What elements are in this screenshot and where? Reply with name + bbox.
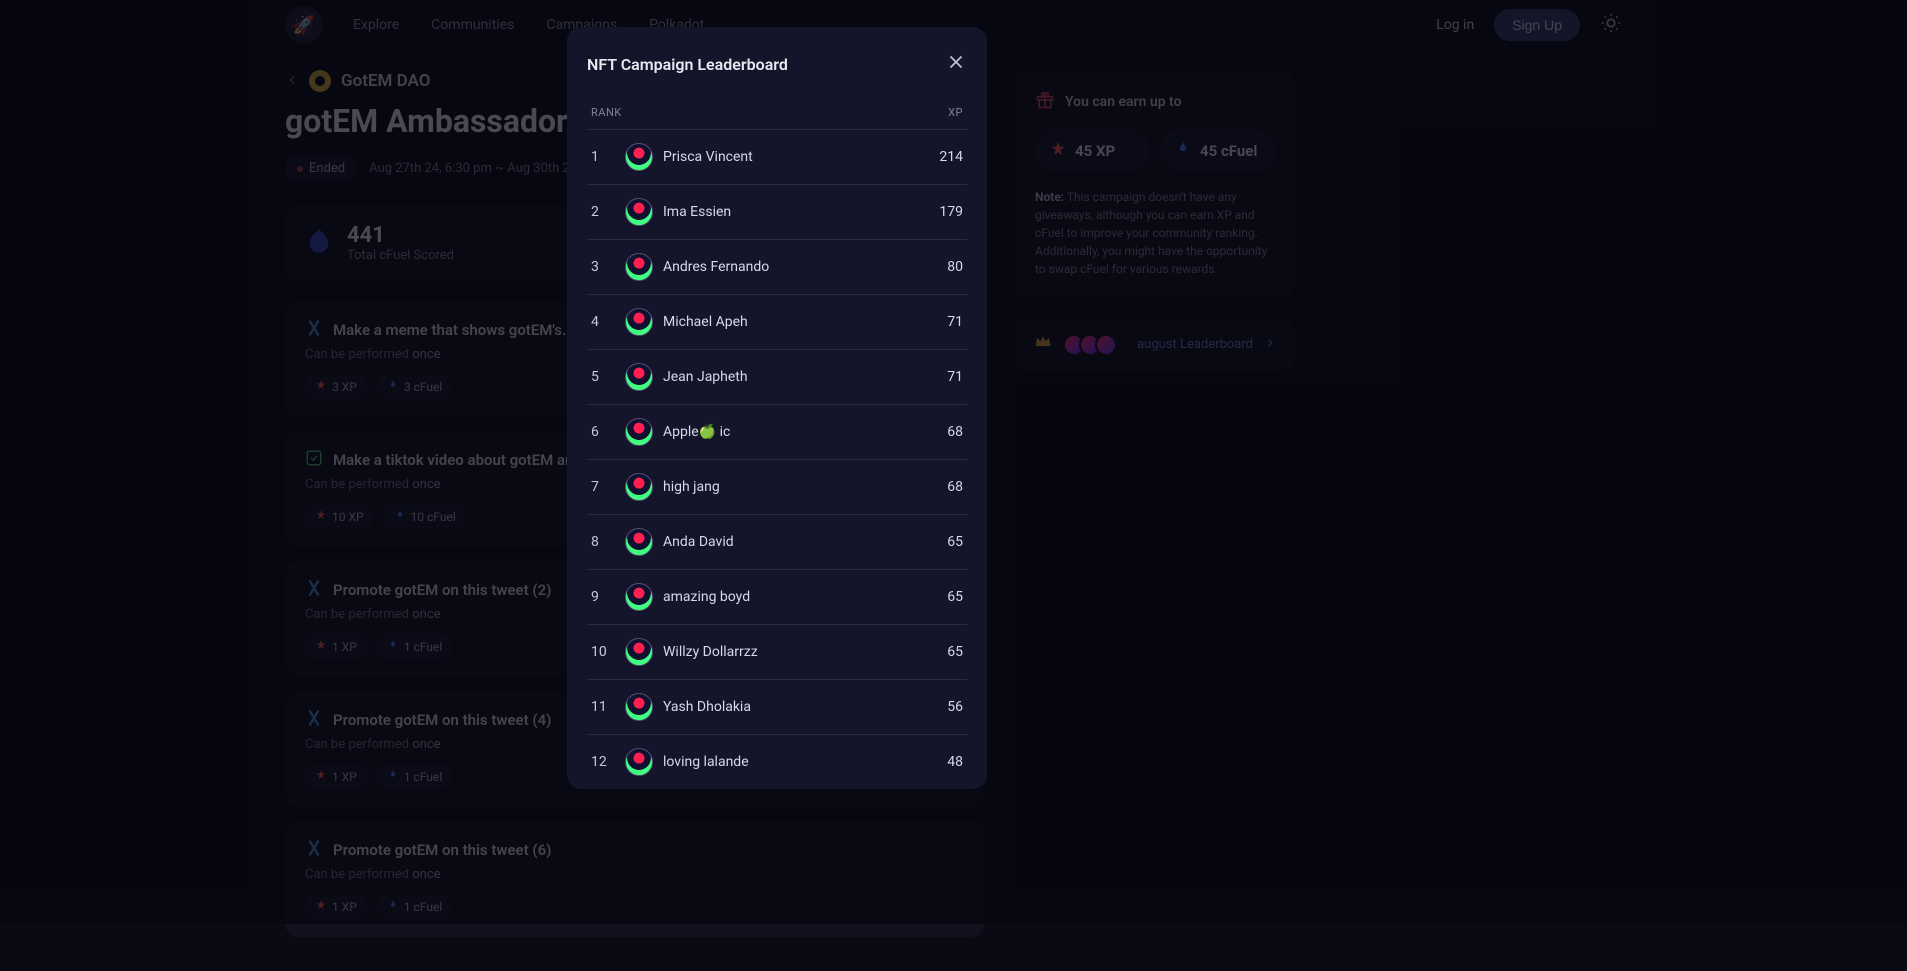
row-xp: 68: [913, 424, 963, 440]
leaderboard-row[interactable]: 12 loving lalande 48: [587, 734, 967, 789]
row-rank: 4: [591, 314, 625, 330]
row-rank: 6: [591, 424, 625, 440]
row-name: loving lalande: [663, 754, 749, 770]
avatar: [625, 418, 653, 446]
th-xp: XP: [913, 106, 963, 119]
row-xp: 71: [913, 369, 963, 385]
row-name: Jean Japheth: [663, 369, 748, 385]
row-xp: 179: [913, 204, 963, 220]
row-xp: 214: [913, 149, 963, 165]
row-name: Willzy Dollarrzz: [663, 644, 758, 660]
row-xp: 56: [913, 699, 963, 715]
row-rank: 3: [591, 259, 625, 275]
row-xp: 65: [913, 589, 963, 605]
leaderboard-modal: NFT Campaign Leaderboard RANK XP 1 Prisca…: [567, 27, 987, 789]
leaderboard-row[interactable]: 7 high jang 68: [587, 459, 967, 514]
row-rank: 5: [591, 369, 625, 385]
leaderboard-row[interactable]: 2 Ima Essien 179: [587, 184, 967, 239]
row-name: Andres Fernando: [663, 259, 769, 275]
row-name: Apple🍏 ic: [663, 424, 730, 440]
row-xp: 48: [913, 754, 963, 770]
modal-title: NFT Campaign Leaderboard: [587, 55, 788, 74]
avatar: [625, 473, 653, 501]
leaderboard-row[interactable]: 10 Willzy Dollarrzz 65: [587, 624, 967, 679]
avatar: [625, 308, 653, 336]
row-name: high jang: [663, 479, 720, 495]
avatar: [625, 583, 653, 611]
leaderboard-row[interactable]: 6 Apple🍏 ic 68: [587, 404, 967, 459]
th-user: [625, 106, 913, 119]
row-name: Prisca Vincent: [663, 149, 753, 165]
row-name: Michael Apeh: [663, 314, 748, 330]
avatar: [625, 693, 653, 721]
leaderboard-row[interactable]: 11 Yash Dholakia 56: [587, 679, 967, 734]
avatar: [625, 528, 653, 556]
close-icon[interactable]: [945, 51, 967, 78]
row-name: amazing boyd: [663, 589, 750, 605]
leaderboard-row[interactable]: 8 Anda David 65: [587, 514, 967, 569]
row-rank: 12: [591, 754, 625, 770]
row-rank: 8: [591, 534, 625, 550]
row-rank: 9: [591, 589, 625, 605]
leaderboard-row[interactable]: 9 amazing boyd 65: [587, 569, 967, 624]
leaderboard-row[interactable]: 5 Jean Japheth 71: [587, 349, 967, 404]
row-xp: 80: [913, 259, 963, 275]
leaderboard-row[interactable]: 1 Prisca Vincent 214: [587, 129, 967, 184]
row-name: Ima Essien: [663, 204, 731, 220]
row-rank: 1: [591, 149, 625, 165]
leaderboard-row[interactable]: 3 Andres Fernando 80: [587, 239, 967, 294]
row-xp: 65: [913, 534, 963, 550]
row-name: Anda David: [663, 534, 734, 550]
avatar: [625, 748, 653, 776]
avatar: [625, 363, 653, 391]
th-rank: RANK: [591, 106, 625, 119]
row-xp: 65: [913, 644, 963, 660]
row-rank: 11: [591, 699, 625, 715]
row-rank: 10: [591, 644, 625, 660]
avatar: [625, 143, 653, 171]
row-rank: 2: [591, 204, 625, 220]
row-name: Yash Dholakia: [663, 699, 751, 715]
avatar: [625, 198, 653, 226]
avatar: [625, 253, 653, 281]
avatar: [625, 638, 653, 666]
row-rank: 7: [591, 479, 625, 495]
leaderboard-row[interactable]: 4 Michael Apeh 71: [587, 294, 967, 349]
row-xp: 71: [913, 314, 963, 330]
row-xp: 68: [913, 479, 963, 495]
